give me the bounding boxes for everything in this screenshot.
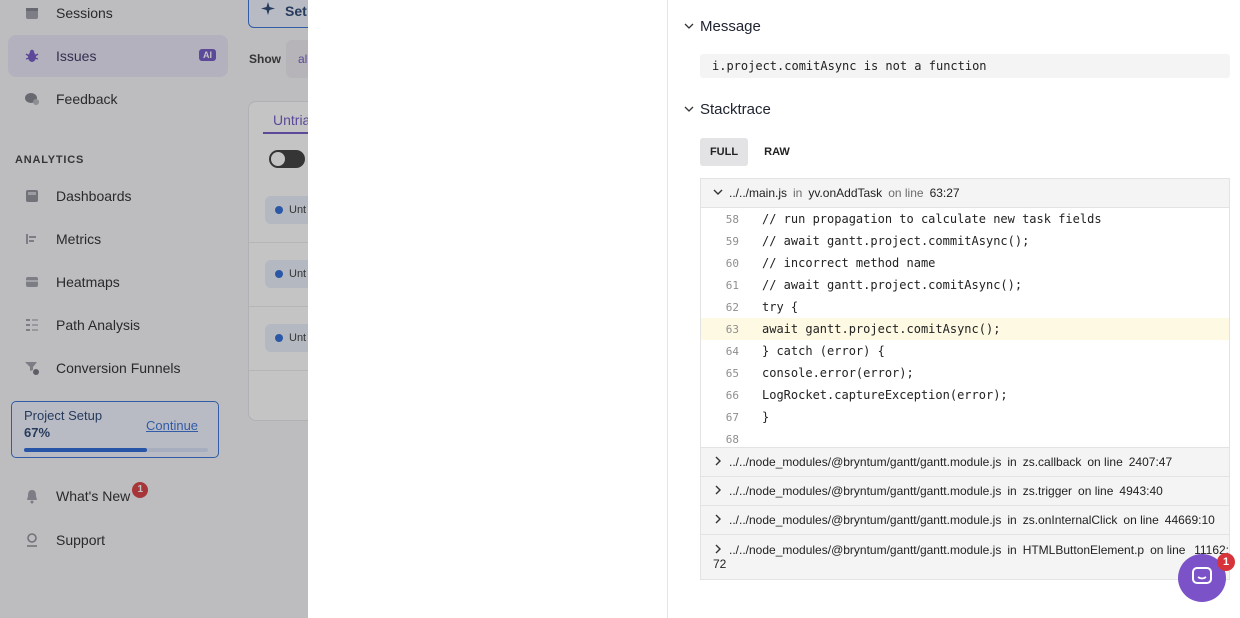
frame-on-line: on line xyxy=(1123,513,1159,527)
frame-function: zs.trigger xyxy=(1022,484,1073,498)
stacktrace-section-header[interactable]: Stacktrace xyxy=(684,101,771,118)
code-line: 60 // incorrect method name xyxy=(701,252,1229,274)
code-text: try { xyxy=(762,300,799,314)
code-text: await gantt.project.comitAsync(); xyxy=(762,322,1001,336)
chevron-right-icon xyxy=(713,484,723,498)
frame-in: in xyxy=(1007,543,1017,557)
stack-frame[interactable]: ../../node_modules/@bryntum/gantt/gantt.… xyxy=(701,477,1229,506)
code-text: console.error(error); xyxy=(762,366,914,380)
frame-in: in xyxy=(1007,484,1017,498)
chevron-right-icon xyxy=(713,543,723,557)
issue-detail-drawer: Message i.project.comitAsync is not a fu… xyxy=(308,0,1240,618)
drawer-divider xyxy=(667,0,668,618)
frame-function: HTMLButtonElement.p xyxy=(1022,543,1145,557)
line-number: 61 xyxy=(725,278,739,292)
code-line: 62 try { xyxy=(701,296,1229,318)
code-text: // await gantt.project.commitAsync(); xyxy=(762,234,1030,248)
frame-location: 4943:40 xyxy=(1119,484,1163,498)
line-number: 68 xyxy=(725,432,739,446)
message-section-header[interactable]: Message xyxy=(684,18,761,35)
stack-frame[interactable]: ../../node_modules/@bryntum/gantt/gantt.… xyxy=(701,448,1229,477)
code-text: // run propagation to calculate new task… xyxy=(762,212,1102,226)
stacktrace-heading: Stacktrace xyxy=(700,101,771,118)
chevron-down-icon xyxy=(684,101,694,118)
error-message: i.project.comitAsync is not a function xyxy=(700,54,1230,78)
frame-on-line: on line xyxy=(888,186,924,200)
chevron-right-icon xyxy=(713,513,723,527)
line-number: 58 xyxy=(725,212,739,226)
code-line: 58 // run propagation to calculate new ta… xyxy=(701,208,1229,230)
message-heading: Message xyxy=(700,18,761,35)
code-line: 68 xyxy=(701,428,1229,450)
line-number: 59 xyxy=(725,234,739,248)
frame-on-line: on line xyxy=(1087,455,1123,469)
frame-file: ../../node_modules/@bryntum/gantt/gantt.… xyxy=(729,484,1002,498)
line-number: 63 xyxy=(725,322,739,336)
line-number: 67 xyxy=(725,410,739,424)
code-text: // incorrect method name xyxy=(762,256,936,270)
frame-location: 44669:10 xyxy=(1164,513,1215,527)
chat-notification-badge: 1 xyxy=(1217,553,1235,571)
frame-location: 63:27 xyxy=(929,186,960,200)
chevron-right-icon xyxy=(713,455,723,469)
frame-on-line: on line xyxy=(1150,543,1186,557)
code-text: } xyxy=(762,410,770,424)
code-line: 66 LogRocket.captureException(error); xyxy=(701,384,1229,406)
chat-icon xyxy=(1191,566,1213,591)
frame-location: 2407:47 xyxy=(1128,455,1173,469)
frame-file: ../../main.js xyxy=(729,186,788,200)
modal-backdrop[interactable] xyxy=(0,0,308,618)
tab-raw[interactable]: RAW xyxy=(754,138,800,166)
line-number: 66 xyxy=(725,388,739,402)
frame-location-continued: 72 xyxy=(713,557,727,571)
code-line-highlighted: 63 await gantt.project.comitAsync(); xyxy=(701,318,1229,340)
frame-function: zs.callback xyxy=(1022,455,1082,469)
frame-on-line: on line xyxy=(1078,484,1114,498)
frame-in: in xyxy=(1007,455,1017,469)
stack-frame[interactable]: ../../node_modules/@bryntum/gantt/gantt.… xyxy=(701,506,1229,535)
source-code-block: 58 // run propagation to calculate new ta… xyxy=(701,208,1229,448)
frame-function: yv.onAddTask xyxy=(808,186,883,200)
line-number: 62 xyxy=(725,300,739,314)
line-number: 60 xyxy=(725,256,739,270)
chevron-down-icon xyxy=(713,186,723,200)
frame-file: ../../node_modules/@bryntum/gantt/gantt.… xyxy=(729,513,1002,527)
stack-frame-expanded[interactable]: ../../main.js in yv.onAddTask on line 63… xyxy=(701,179,1229,208)
code-line: 64 } catch (error) { xyxy=(701,340,1229,362)
tab-full[interactable]: FULL xyxy=(700,138,748,166)
frame-in: in xyxy=(1007,513,1017,527)
code-line: 67} xyxy=(701,406,1229,428)
frame-file: ../../node_modules/@bryntum/gantt/gantt.… xyxy=(729,455,1002,469)
code-text: LogRocket.captureException(error); xyxy=(762,388,1008,402)
chevron-down-icon xyxy=(684,18,694,35)
frame-function: zs.onInternalClick xyxy=(1022,513,1118,527)
code-line: 61 // await gantt.project.comitAsync(); xyxy=(701,274,1229,296)
frame-in: in xyxy=(793,186,803,200)
line-number: 64 xyxy=(725,344,739,358)
frame-file: ../../node_modules/@bryntum/gantt/gantt.… xyxy=(729,543,1002,557)
code-line: 65 console.error(error); xyxy=(701,362,1229,384)
stacktrace-frames: ../../main.js in yv.onAddTask on line 63… xyxy=(700,178,1230,580)
code-text: // await gantt.project.comitAsync(); xyxy=(762,278,1023,292)
stack-frame[interactable]: ../../node_modules/@bryntum/gantt/gantt.… xyxy=(701,535,1229,579)
line-number: 65 xyxy=(725,366,739,380)
code-line: 59 // await gantt.project.commitAsync(); xyxy=(701,230,1229,252)
code-text: } catch (error) { xyxy=(762,344,885,358)
